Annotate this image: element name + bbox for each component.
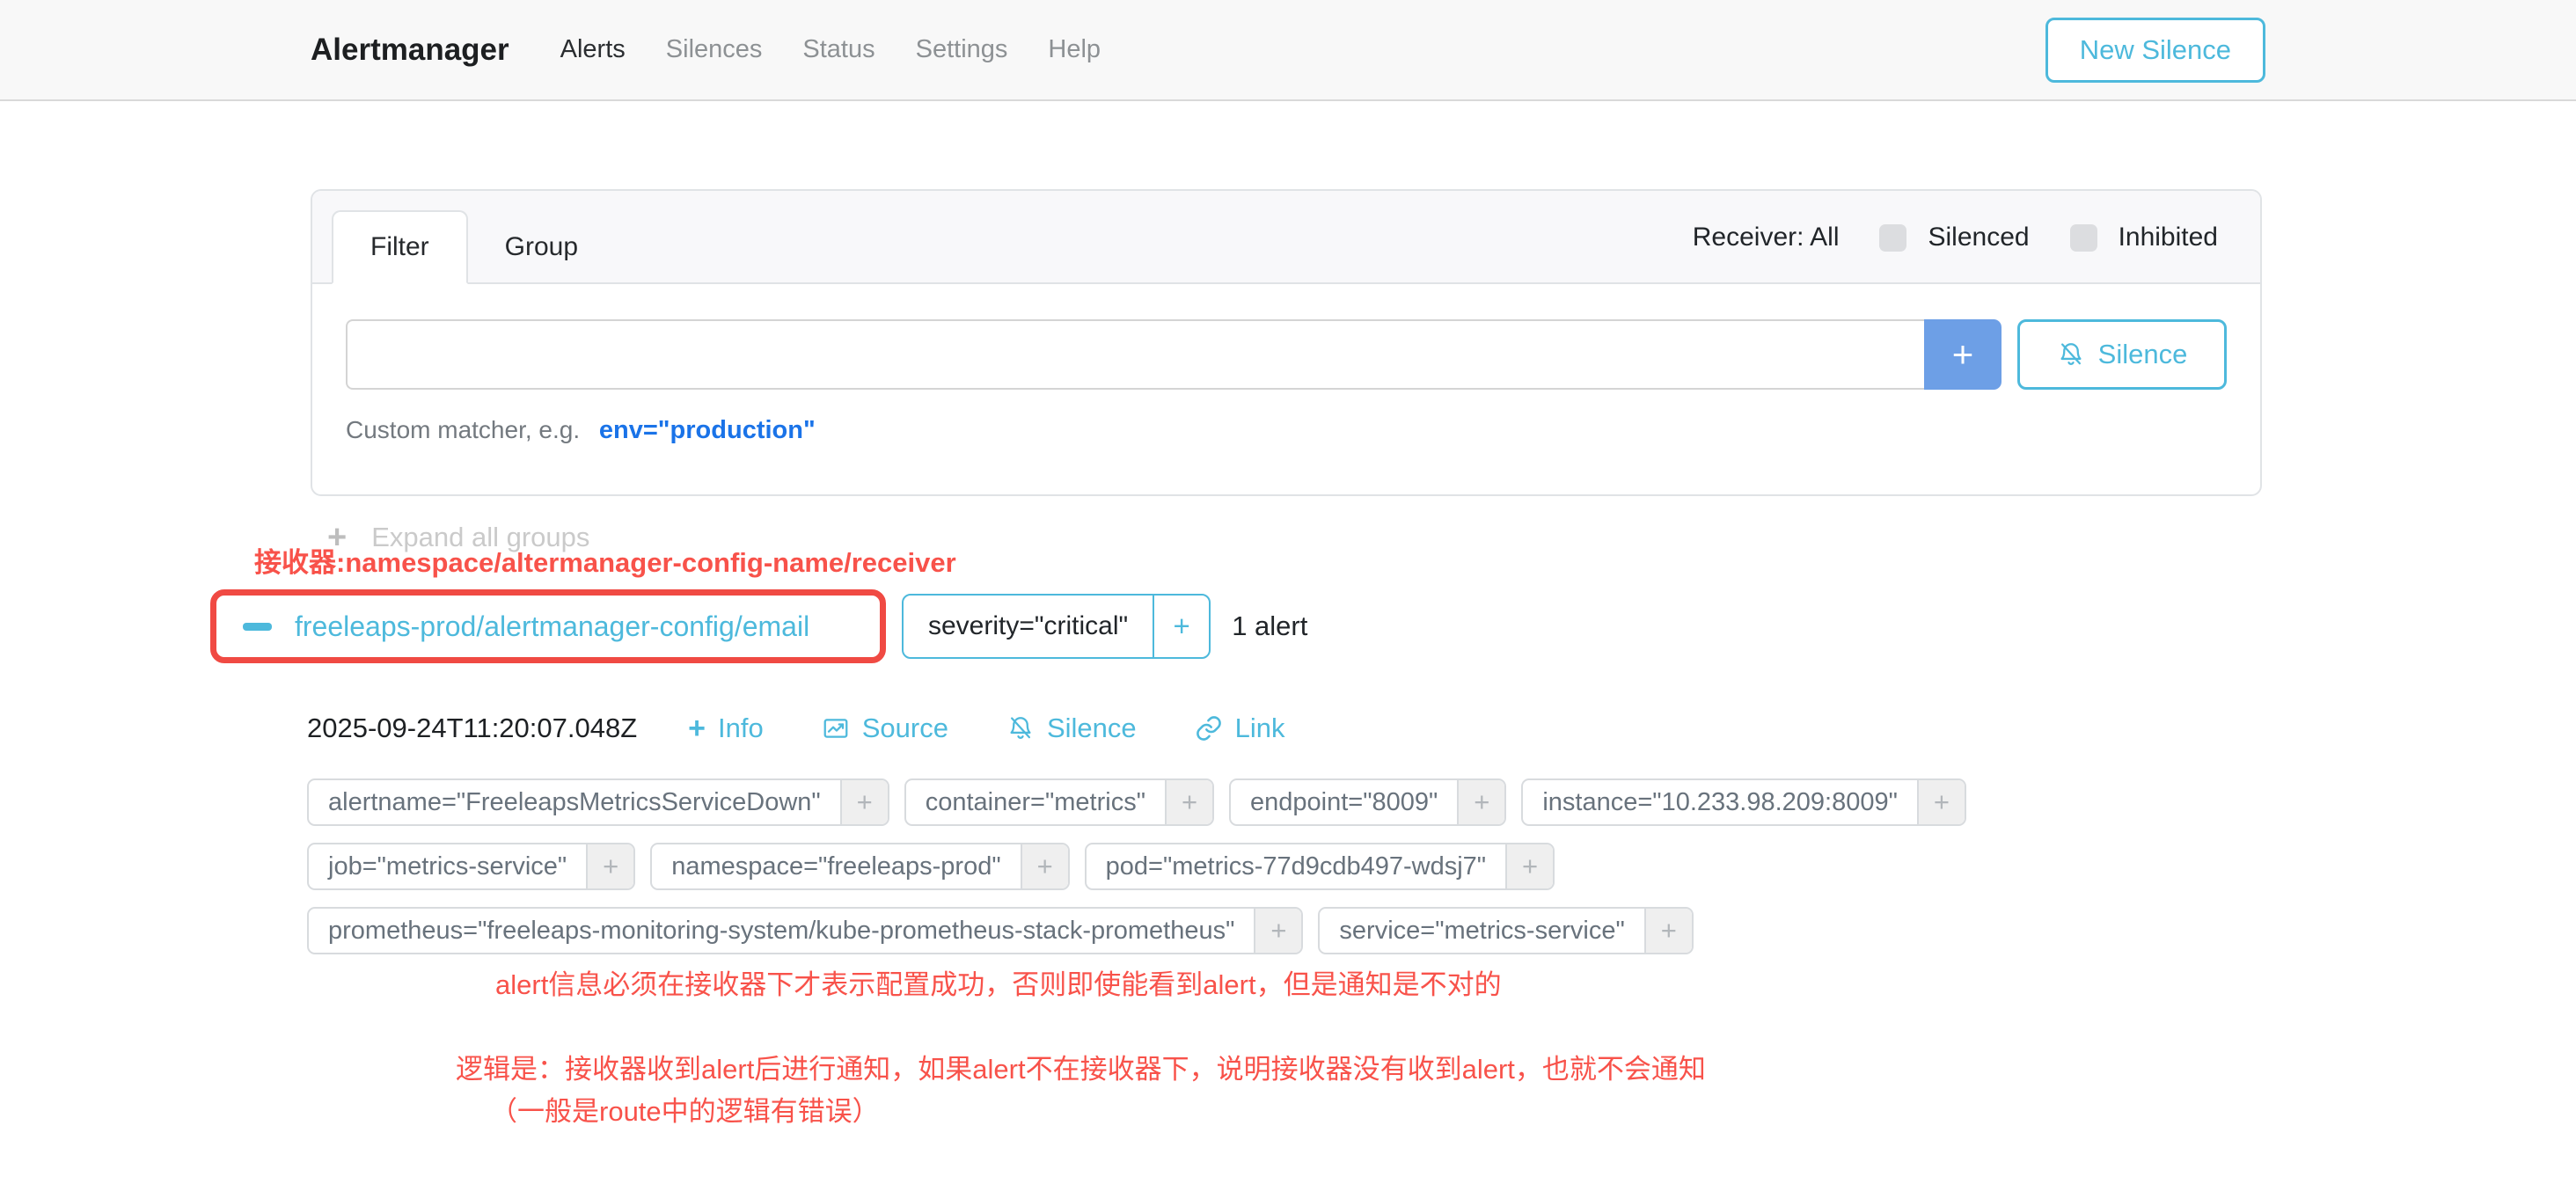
label-text: endpoint="8009" [1231, 780, 1457, 824]
silenced-checkbox[interactable] [1879, 224, 1906, 252]
label-text: instance="10.233.98.209:8009" [1523, 780, 1917, 824]
generator-link-label: Link [1235, 713, 1285, 744]
plus-icon: + [1952, 333, 1974, 376]
helper-text: Custom matcher, e.g. [346, 416, 580, 443]
group-matcher-add-button[interactable]: + [1153, 596, 1209, 657]
label-add-button[interactable]: + [1254, 909, 1301, 953]
label-chip-service: service="metrics-service" + [1318, 907, 1693, 954]
alert-count: 1 alert [1232, 610, 1307, 642]
matcher-row: + Silence [346, 319, 2227, 390]
new-silence-button[interactable]: New Silence [2045, 18, 2265, 83]
app-brand[interactable]: Alertmanager [311, 33, 509, 68]
silenced-label: Silenced [1928, 223, 2029, 252]
filter-card-header: Filter Group Receiver: All Silenced Inhi… [312, 191, 2260, 284]
label-chip-prometheus: prometheus="freeleaps-monitoring-system/… [307, 907, 1303, 954]
label-chip-job: job="metrics-service" + [307, 843, 635, 890]
label-add-button[interactable]: + [586, 844, 633, 888]
matcher-input[interactable] [346, 319, 1924, 390]
label-add-button[interactable]: + [1457, 780, 1504, 824]
annotation-alert-note: alert信息必须在接收器下才表示配置成功，否则即使能看到alert，但是通知是… [495, 962, 1502, 1002]
label-add-button[interactable]: + [1917, 780, 1965, 824]
label-add-button[interactable]: + [1644, 909, 1692, 953]
label-chip-instance: instance="10.233.98.209:8009" + [1521, 778, 1966, 826]
group-receiver-button[interactable]: freeleaps-prod/alertmanager-config/email [243, 610, 809, 643]
silenced-toggle[interactable]: Silenced [1879, 223, 2029, 252]
top-navbar: Alertmanager Alerts Silences Status Sett… [0, 0, 2576, 101]
silence-alert-label: Silence [1047, 713, 1137, 744]
label-text: alertname="FreeleapsMetricsServiceDown" [309, 780, 840, 824]
label-add-button[interactable]: + [1021, 844, 1068, 888]
link-icon [1195, 714, 1223, 742]
inhibited-checkbox[interactable] [2070, 224, 2097, 252]
filter-tabs: Filter Group [332, 210, 615, 284]
group-matcher-chip: severity="critical" + [902, 594, 1211, 659]
nav-item-settings[interactable]: Settings [916, 35, 1008, 64]
plus-icon: + [688, 713, 706, 743]
tab-group[interactable]: Group [468, 210, 615, 284]
annotation-receiver-note: 接收器:namespace/altermanager-config-name/r… [254, 540, 956, 580]
alert-group-row: freeleaps-prod/alertmanager-config/email… [210, 589, 1307, 663]
label-chip-container: container="metrics" + [904, 778, 1214, 826]
nav-item-silences[interactable]: Silences [666, 35, 763, 64]
annotation-logic-note: 逻辑是：接收器收到alert后进行通知，如果alert不在接收器下，说明接收器没… [456, 1047, 1706, 1086]
helper-example-link[interactable]: env="production" [599, 416, 816, 444]
label-add-button[interactable]: + [1505, 844, 1553, 888]
alert-timestamp: 2025-09-24T11:20:07.048Z [307, 713, 637, 744]
label-add-button[interactable]: + [1165, 780, 1212, 824]
label-text: pod="metrics-77d9cdb497-wdsj7" [1087, 844, 1505, 888]
silence-button-label: Silence [2098, 339, 2188, 370]
alert-labels: alertname="FreeleapsMetricsServiceDown" … [307, 778, 2271, 954]
nav-item-help[interactable]: Help [1048, 35, 1101, 64]
nav-item-status[interactable]: Status [802, 35, 875, 64]
annotation-route-note: （一般是route中的逻辑有错误） [490, 1089, 880, 1129]
label-chip-endpoint: endpoint="8009" + [1229, 778, 1506, 826]
inhibited-label: Inhibited [2119, 223, 2218, 252]
matcher-helper: Custom matcher, e.g. env="production" [346, 416, 2227, 445]
matcher-input-group: + [346, 319, 2002, 390]
bell-slash-icon [1006, 714, 1035, 742]
label-chip-pod: pod="metrics-77d9cdb497-wdsj7" + [1085, 843, 1555, 890]
bell-slash-icon [2057, 340, 2085, 369]
filter-card-body: + Silence Custom matcher, e.g. env="prod… [312, 284, 2260, 494]
info-link[interactable]: + Info [688, 713, 764, 744]
alert-header: 2025-09-24T11:20:07.048Z + Info Source S… [307, 713, 1285, 744]
label-text: prometheus="freeleaps-monitoring-system/… [309, 909, 1254, 953]
chart-line-icon [822, 714, 850, 742]
label-text: namespace="freeleaps-prod" [652, 844, 1020, 888]
nav-item-alerts[interactable]: Alerts [560, 35, 626, 64]
inhibited-toggle[interactable]: Inhibited [2070, 223, 2218, 252]
source-link[interactable]: Source [822, 713, 948, 744]
receiver-dropdown[interactable]: Receiver: All [1693, 223, 1840, 252]
tab-filter[interactable]: Filter [332, 210, 468, 284]
navbar-inner: Alertmanager Alerts Silences Status Sett… [311, 0, 2265, 99]
label-text: service="metrics-service" [1320, 909, 1643, 953]
group-receiver-label: freeleaps-prod/alertmanager-config/email [295, 610, 809, 643]
filter-card: Filter Group Receiver: All Silenced Inhi… [311, 189, 2262, 496]
silence-from-filter-button[interactable]: Silence [2017, 319, 2227, 390]
silence-alert-link[interactable]: Silence [1006, 713, 1137, 744]
add-matcher-button[interactable]: + [1924, 319, 2002, 390]
collapse-minus-icon [243, 623, 272, 631]
filter-header-controls: Receiver: All Silenced Inhibited [1693, 191, 2218, 284]
source-link-label: Source [862, 713, 948, 744]
label-text: job="metrics-service" [309, 844, 586, 888]
alert-actions: + Info Source Silence Link [688, 713, 1284, 744]
annotation-red-box: freeleaps-prod/alertmanager-config/email [210, 589, 886, 663]
info-link-label: Info [718, 713, 764, 744]
label-chip-namespace: namespace="freeleaps-prod" + [650, 843, 1069, 890]
label-chip-alertname: alertname="FreeleapsMetricsServiceDown" … [307, 778, 889, 826]
group-matcher-label: severity="critical" [904, 596, 1153, 657]
generator-link[interactable]: Link [1195, 713, 1285, 744]
label-add-button[interactable]: + [840, 780, 888, 824]
label-text: container="metrics" [906, 780, 1165, 824]
